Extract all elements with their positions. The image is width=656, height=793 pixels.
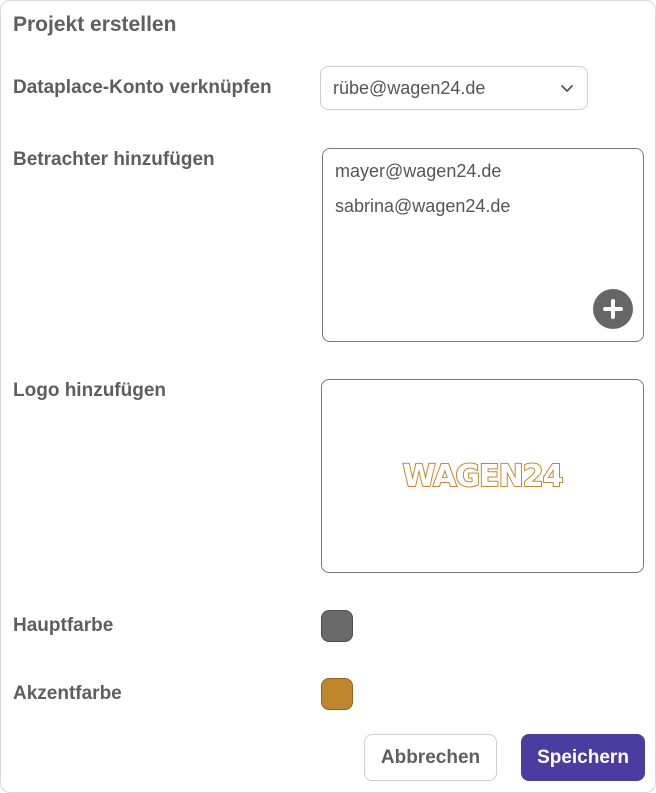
viewer-item: sabrina@wagen24.de (335, 196, 511, 216)
account-select-value: rübe@wagen24.de (333, 77, 486, 98)
viewers-list[interactable]: mayer@wagen24.de sabrina@wagen24.de (322, 148, 644, 342)
viewer-item: mayer@wagen24.de (335, 161, 502, 181)
create-project-dialog: Projekt erstellen Dataplace-Konto verknü… (0, 0, 656, 793)
logo-image: WAGEN24 (402, 458, 565, 495)
primary-color-swatch[interactable] (321, 610, 353, 642)
dialog-title: Projekt erstellen (13, 13, 177, 36)
logo-upload-area[interactable]: WAGEN24 (321, 379, 644, 573)
chevron-down-icon (561, 85, 573, 92)
account-select[interactable]: rübe@wagen24.de (320, 66, 588, 110)
cancel-button[interactable]: Abbrechen (364, 734, 497, 781)
primary-color-label: Hauptfarbe (13, 615, 114, 636)
accent-color-label: Akzentfarbe (13, 683, 122, 704)
add-viewer-button[interactable] (593, 289, 633, 329)
save-button[interactable]: Speichern (521, 734, 645, 781)
account-label: Dataplace-Konto verknüpfen (13, 77, 272, 98)
logo-label: Logo hinzufügen (13, 380, 167, 401)
accent-color-swatch[interactable] (321, 678, 353, 710)
viewers-label: Betrachter hinzufügen (13, 149, 215, 170)
plus-icon (603, 299, 623, 319)
